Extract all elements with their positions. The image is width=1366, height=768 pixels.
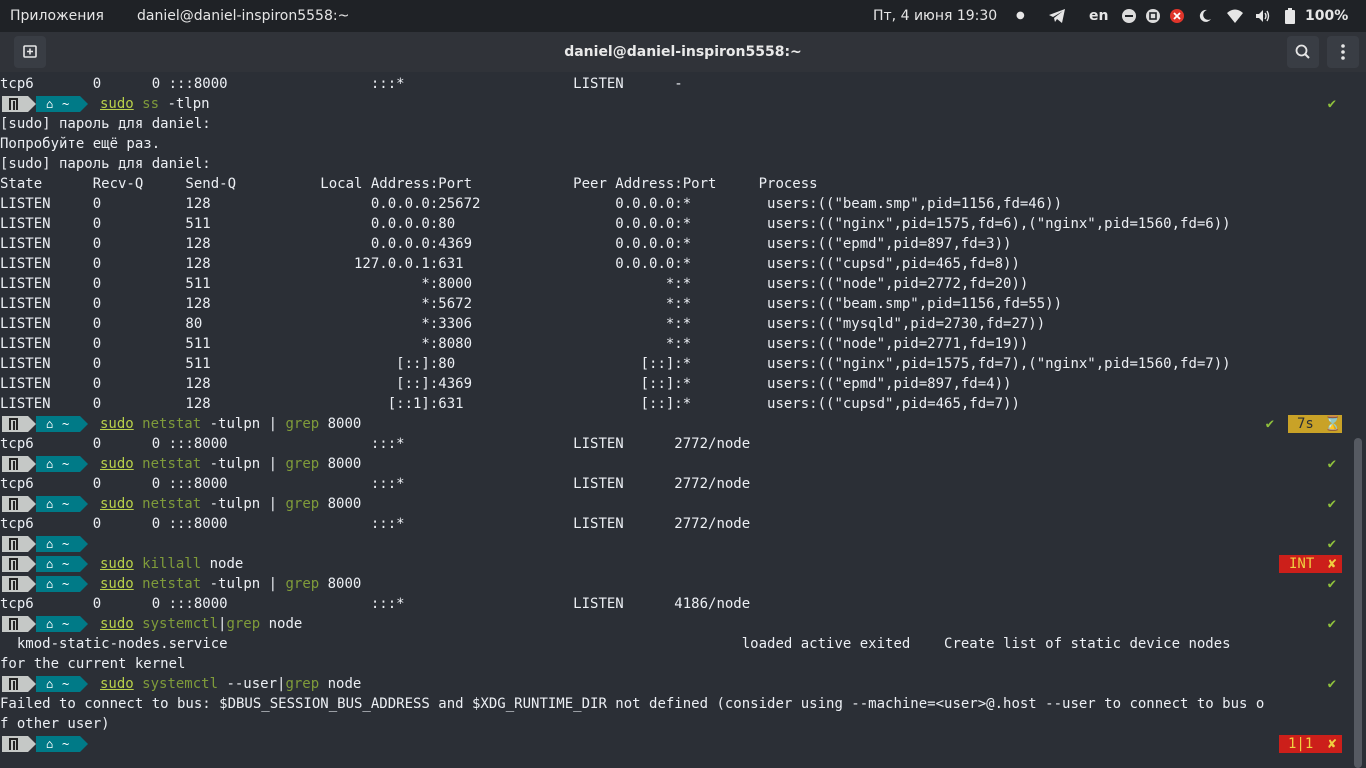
output-line: [sudo] пароль для daniel:: [0, 156, 211, 172]
home-icon: ⌂: [46, 537, 54, 551]
output-line: Попробуйте ещё раз.: [0, 136, 161, 152]
home-icon: ⌂: [46, 737, 54, 751]
fail-icon: ✘: [1328, 736, 1337, 752]
duration-badge: 7s ⌛: [1288, 415, 1342, 433]
output-line: Failed to connect to bus: $DBUS_SESSION_…: [0, 696, 1265, 712]
output-line: for the current kernel: [0, 656, 186, 672]
manjaro-icon: [2, 736, 28, 752]
manjaro-icon: [2, 536, 28, 552]
table-row: LISTEN 0 511 0.0.0.0:80 0.0.0.0:* users:…: [0, 216, 1231, 232]
scrollbar[interactable]: [1354, 438, 1362, 768]
search-icon: [1295, 44, 1310, 59]
maximize-icon[interactable]: [1146, 0, 1160, 32]
output-line: tcp6 0 0 :::8000 :::* LISTEN -: [0, 76, 683, 92]
status-ok-icon: ✔: [1327, 616, 1336, 632]
prompt-dir: ⌂ ~: [36, 556, 80, 572]
status-ok-icon: ✔: [1327, 496, 1336, 512]
prompt-dir: ⌂ ~: [36, 456, 80, 472]
prompt-dir: ⌂ ~: [36, 496, 80, 512]
prompt-dir: ⌂ ~: [36, 736, 80, 752]
manjaro-icon: [2, 616, 28, 632]
volume-icon[interactable]: [1255, 0, 1271, 32]
output-line: kmod-static-nodes.service loaded active …: [0, 636, 1231, 652]
output-line: tcp6 0 0 :::8000 :::* LISTEN 2772/node: [0, 516, 751, 532]
table-row: LISTEN 0 128 0.0.0.0:25672 0.0.0.0:* use…: [0, 196, 1063, 212]
command-line: sudo systemctl|grep node: [100, 616, 303, 632]
prompt-dir: ⌂ ~: [36, 536, 80, 552]
prompt-dir: ⌂ ~: [36, 96, 80, 112]
table-row: LISTEN 0 80 *:3306 *:* users:(("mysqld",…: [0, 316, 1046, 332]
home-icon: ⌂: [46, 557, 54, 571]
output-line: f other user): [0, 716, 110, 732]
table-row: LISTEN 0 128 [::1]:631 [::]:* users:(("c…: [0, 396, 1020, 412]
system-top-bar: Приложения daniel@daniel-inspiron5558:~ …: [0, 0, 1366, 32]
status-ok-icon: ✔: [1327, 676, 1336, 692]
table-row: LISTEN 0 128 [::]:4369 [::]:* users:(("e…: [0, 376, 1012, 392]
table-row: LISTEN 0 128 0.0.0.0:4369 0.0.0.0:* user…: [0, 236, 1012, 252]
output-line: [sudo] пароль для daniel:: [0, 116, 211, 132]
terminal-output[interactable]: tcp6 0 0 :::8000 :::* LISTEN - ⌂ ~ sudo s…: [0, 74, 1366, 768]
window-title: daniel@daniel-inspiron5558:~: [564, 44, 802, 60]
manjaro-icon: [2, 576, 28, 592]
home-icon: ⌂: [46, 457, 54, 471]
active-window-name[interactable]: daniel@daniel-inspiron5558:~: [137, 0, 349, 32]
output-line: tcp6 0 0 :::8000 :::* LISTEN 2772/node: [0, 436, 751, 452]
home-icon: ⌂: [46, 417, 54, 431]
command-line: sudo killall node: [100, 556, 244, 572]
notification-dot-icon[interactable]: ●: [1016, 0, 1025, 32]
manjaro-icon: [2, 96, 28, 112]
close-icon[interactable]: [1170, 0, 1184, 32]
manjaro-icon: [2, 456, 28, 472]
manjaro-icon: [2, 496, 28, 512]
prompt-dir: ⌂ ~: [36, 576, 80, 592]
home-icon: ⌂: [46, 97, 54, 111]
telegram-icon[interactable]: [1048, 0, 1066, 32]
command-line: sudo systemctl --user|grep node: [100, 676, 362, 692]
terminal-title-bar: daniel@daniel-inspiron5558:~: [0, 32, 1366, 72]
status-ok-icon: ✔: [1265, 416, 1274, 432]
minimize-icon[interactable]: [1122, 0, 1136, 32]
interrupt-badge: INT ✘: [1279, 555, 1342, 573]
home-icon: ⌂: [46, 497, 54, 511]
home-icon: ⌂: [46, 617, 54, 631]
search-button[interactable]: [1287, 36, 1319, 68]
wifi-icon[interactable]: [1227, 0, 1243, 32]
manjaro-icon: [2, 676, 28, 692]
prompt-dir: ⌂ ~: [36, 616, 80, 632]
status-ok-icon: ✔: [1327, 456, 1336, 472]
table-row: LISTEN 0 511 *:8000 *:* users:(("node",p…: [0, 276, 1029, 292]
clock[interactable]: Пт, 4 июня 19:30: [873, 0, 997, 32]
table-row: LISTEN 0 128 127.0.0.1:631 0.0.0.0:* use…: [0, 256, 1020, 272]
manjaro-icon: [2, 416, 28, 432]
menu-icon: [1341, 44, 1345, 60]
home-icon: ⌂: [46, 677, 54, 691]
home-icon: ⌂: [46, 577, 54, 591]
table-row: LISTEN 0 511 [::]:80 [::]:* users:(("ngi…: [0, 356, 1231, 372]
hourglass-icon: ⌛: [1324, 416, 1342, 432]
status-ok-icon: ✔: [1327, 96, 1336, 112]
prompt-dir: ⌂ ~: [36, 416, 80, 432]
output-line: tcp6 0 0 :::8000 :::* LISTEN 2772/node: [0, 476, 751, 492]
command-line: sudo netstat -tulpn | grep 8000: [100, 496, 362, 512]
battery-percentage[interactable]: 100%: [1305, 0, 1348, 32]
table-header: State Recv-Q Send-Q Local Address:Port P…: [0, 176, 818, 192]
command-line: sudo netstat -tulpn | grep 8000: [100, 576, 362, 592]
moon-icon[interactable]: [1198, 0, 1212, 32]
table-row: LISTEN 0 128 *:5672 *:* users:(("beam.sm…: [0, 296, 1063, 312]
command-line: sudo ss -tlpn: [100, 96, 210, 112]
applications-menu[interactable]: Приложения: [10, 0, 104, 32]
table-row: LISTEN 0 511 *:8080 *:* users:(("node",p…: [0, 336, 1029, 352]
battery-icon[interactable]: [1285, 0, 1295, 32]
manjaro-icon: [2, 556, 28, 572]
menu-button[interactable]: [1327, 36, 1359, 68]
fail-icon: ✘: [1328, 556, 1337, 572]
exit-status-badge: 1|1 ✘: [1279, 735, 1342, 753]
prompt-dir: ⌂ ~: [36, 676, 80, 692]
keyboard-layout[interactable]: en: [1089, 0, 1108, 32]
command-line: sudo netstat -tulpn | grep 8000: [100, 456, 362, 472]
status-ok-icon: ✔: [1327, 536, 1336, 552]
output-line: tcp6 0 0 :::8000 :::* LISTEN 4186/node: [0, 596, 751, 612]
status-ok-icon: ✔: [1327, 576, 1336, 592]
command-line: sudo netstat -tulpn | grep 8000: [100, 416, 362, 432]
